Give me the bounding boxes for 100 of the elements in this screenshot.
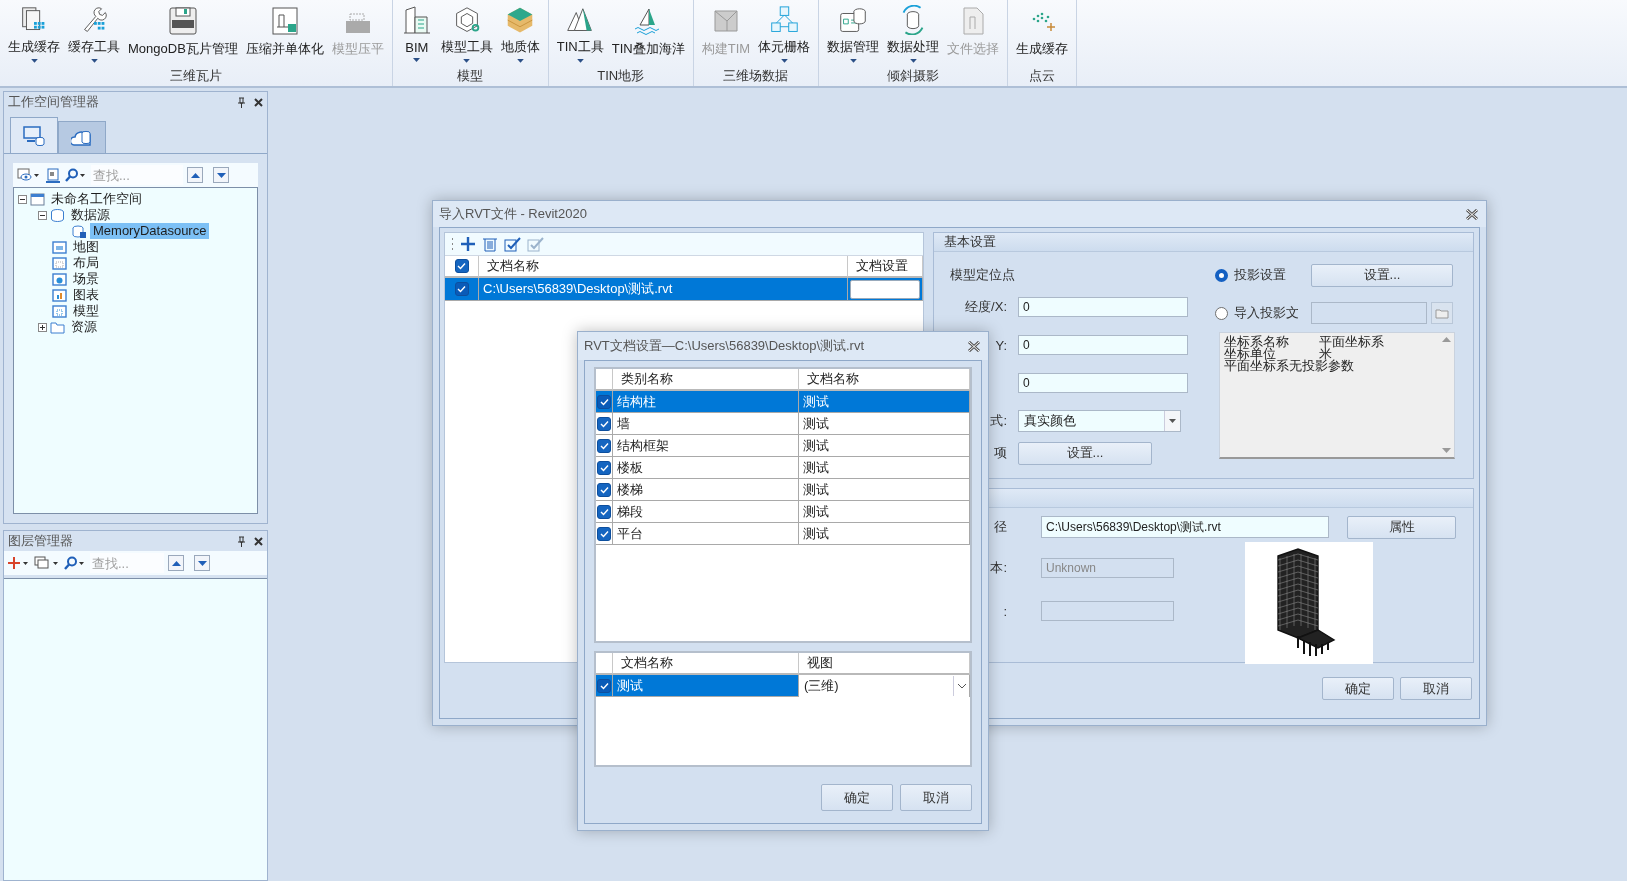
checkbox[interactable]: [597, 526, 611, 541]
settings-button[interactable]: 设置...: [1018, 441, 1152, 465]
dialog-button[interactable]: 取消: [1400, 677, 1472, 700]
table-cell[interactable]: 测试: [613, 675, 799, 697]
input-field[interactable]: 0: [1018, 335, 1188, 355]
plus-icon[interactable]: [8, 556, 30, 570]
ribbon-button[interactable]: TIN叠加海洋: [607, 3, 689, 65]
search-icon[interactable]: [65, 168, 87, 182]
panel-tab[interactable]: [10, 117, 58, 153]
search-field[interactable]: 查找...: [90, 553, 164, 573]
move-up-button[interactable]: [168, 555, 184, 571]
monitor-database-icon: [23, 125, 45, 146]
checkbox-tick-icon[interactable]: [504, 236, 521, 252]
input-field[interactable]: 0: [1018, 297, 1188, 317]
checkbox[interactable]: [454, 282, 469, 296]
panel-title: 图层管理器: [8, 532, 74, 550]
search-icon[interactable]: [64, 556, 86, 570]
chevron-icon: [956, 682, 967, 689]
input-field[interactable]: C:\Users\56839\Desktop\测试.rvt: [1041, 516, 1329, 538]
table-cell[interactable]: 墙: [613, 413, 799, 435]
close-icon[interactable]: [1466, 208, 1478, 220]
table-cell[interactable]: 楼梯: [613, 479, 799, 501]
dialog-button[interactable]: 确定: [1322, 677, 1394, 700]
tree-item[interactable]: 图表: [70, 287, 102, 303]
ribbon-button[interactable]: TIN工具: [552, 3, 608, 65]
ribbon-button[interactable]: 数据处理: [883, 3, 944, 65]
checkbox[interactable]: [597, 416, 611, 431]
tree-item[interactable]: 布局: [70, 255, 102, 271]
ribbon-button[interactable]: 模型工具: [436, 3, 497, 65]
input-field[interactable]: [1311, 302, 1427, 324]
field-label: 式:: [990, 412, 1007, 430]
panel-tab[interactable]: [58, 121, 106, 153]
ribbon-button[interactable]: 缓存工具: [64, 3, 124, 65]
close-icon[interactable]: [968, 340, 980, 352]
move-down-button[interactable]: [194, 555, 210, 571]
caret-icon: [90, 59, 98, 63]
ribbon-button[interactable]: 压缩并单体化: [241, 3, 328, 65]
radio-button[interactable]: [1215, 268, 1228, 282]
tree-item[interactable]: 数据源: [68, 207, 113, 223]
frame-icon: [52, 255, 67, 271]
ribbon-button[interactable]: 生成缓存: [4, 3, 64, 65]
input-field[interactable]: [1041, 601, 1174, 621]
ribbon-button[interactable]: MongoDB瓦片管理: [124, 3, 242, 65]
radio-label: 投影设置: [1234, 266, 1287, 284]
search-field[interactable]: 查找...: [91, 165, 183, 185]
layers-icon[interactable]: [34, 556, 60, 570]
expand-toggle[interactable]: [38, 210, 47, 220]
settings-button[interactable]: 设置...: [1311, 263, 1453, 287]
table-cell: 测试: [799, 501, 970, 523]
table-cell[interactable]: 平台: [613, 523, 799, 545]
ribbon-button[interactable]: 体元栅格: [754, 3, 815, 65]
checkbox[interactable]: [597, 678, 611, 693]
chart-frame-icon: [52, 287, 67, 303]
tree-item[interactable]: 资源: [68, 319, 100, 335]
pin-icon[interactable]: [237, 96, 246, 108]
checkbox[interactable]: [597, 394, 611, 409]
trash-icon[interactable]: [482, 236, 498, 252]
move-down-button[interactable]: [213, 167, 229, 183]
eye-layers-icon[interactable]: [17, 168, 41, 182]
table-cell[interactable]: C:\Users\56839\Desktop\测试.rvt: [479, 278, 848, 301]
dropdown-field[interactable]: 真实颜色: [1018, 410, 1181, 432]
tree-item[interactable]: 地图: [70, 239, 102, 255]
caret-icon: [516, 59, 524, 63]
expand-toggle[interactable]: [18, 194, 27, 204]
tree-item[interactable]: 场景: [70, 271, 102, 287]
table-cell[interactable]: 结构柱: [613, 391, 799, 413]
properties-button[interactable]: 属性: [1347, 515, 1456, 539]
checkbox[interactable]: [597, 504, 611, 519]
ribbon-button[interactable]: 地质体: [496, 3, 544, 65]
ribbon-button[interactable]: 数据管理: [823, 3, 884, 65]
checkbox[interactable]: [597, 482, 611, 497]
input-field[interactable]: 0: [1018, 373, 1188, 393]
input-field[interactable]: [850, 279, 920, 299]
table-cell[interactable]: 梯段: [613, 501, 799, 523]
move-up-button[interactable]: [187, 167, 203, 183]
document-icon[interactable]: [45, 167, 61, 183]
plus-icon[interactable]: [460, 236, 476, 252]
checkbox-tick-icon[interactable]: [527, 236, 544, 252]
tree-item[interactable]: 模型: [70, 303, 102, 319]
dialog-button[interactable]: 确定: [821, 784, 893, 811]
checkbox[interactable]: [597, 438, 611, 453]
tree-item[interactable]: 未命名工作空间: [48, 191, 145, 207]
folder-icon: [1435, 307, 1449, 319]
ribbon-button[interactable]: BIM: [396, 3, 437, 65]
tree-item[interactable]: MemoryDatasource: [90, 223, 210, 239]
field-label: 径: [994, 518, 1007, 536]
table-cell[interactable]: 结构框架: [613, 435, 799, 457]
dropdown-field[interactable]: (三维): [799, 674, 969, 697]
checkbox[interactable]: [597, 460, 611, 475]
checkbox[interactable]: [454, 259, 469, 273]
close-icon[interactable]: [254, 97, 263, 107]
database-disk-icon: [72, 223, 87, 239]
close-icon[interactable]: [254, 536, 263, 546]
ribbon-group-label: 点云: [1028, 67, 1057, 85]
ribbon-button[interactable]: 生成缓存: [1012, 3, 1073, 65]
expand-toggle[interactable]: [38, 322, 47, 332]
table-cell[interactable]: 楼板: [613, 457, 799, 479]
pin-icon[interactable]: [237, 535, 246, 547]
dialog-button[interactable]: 取消: [900, 784, 972, 811]
radio-button[interactable]: [1215, 306, 1228, 320]
